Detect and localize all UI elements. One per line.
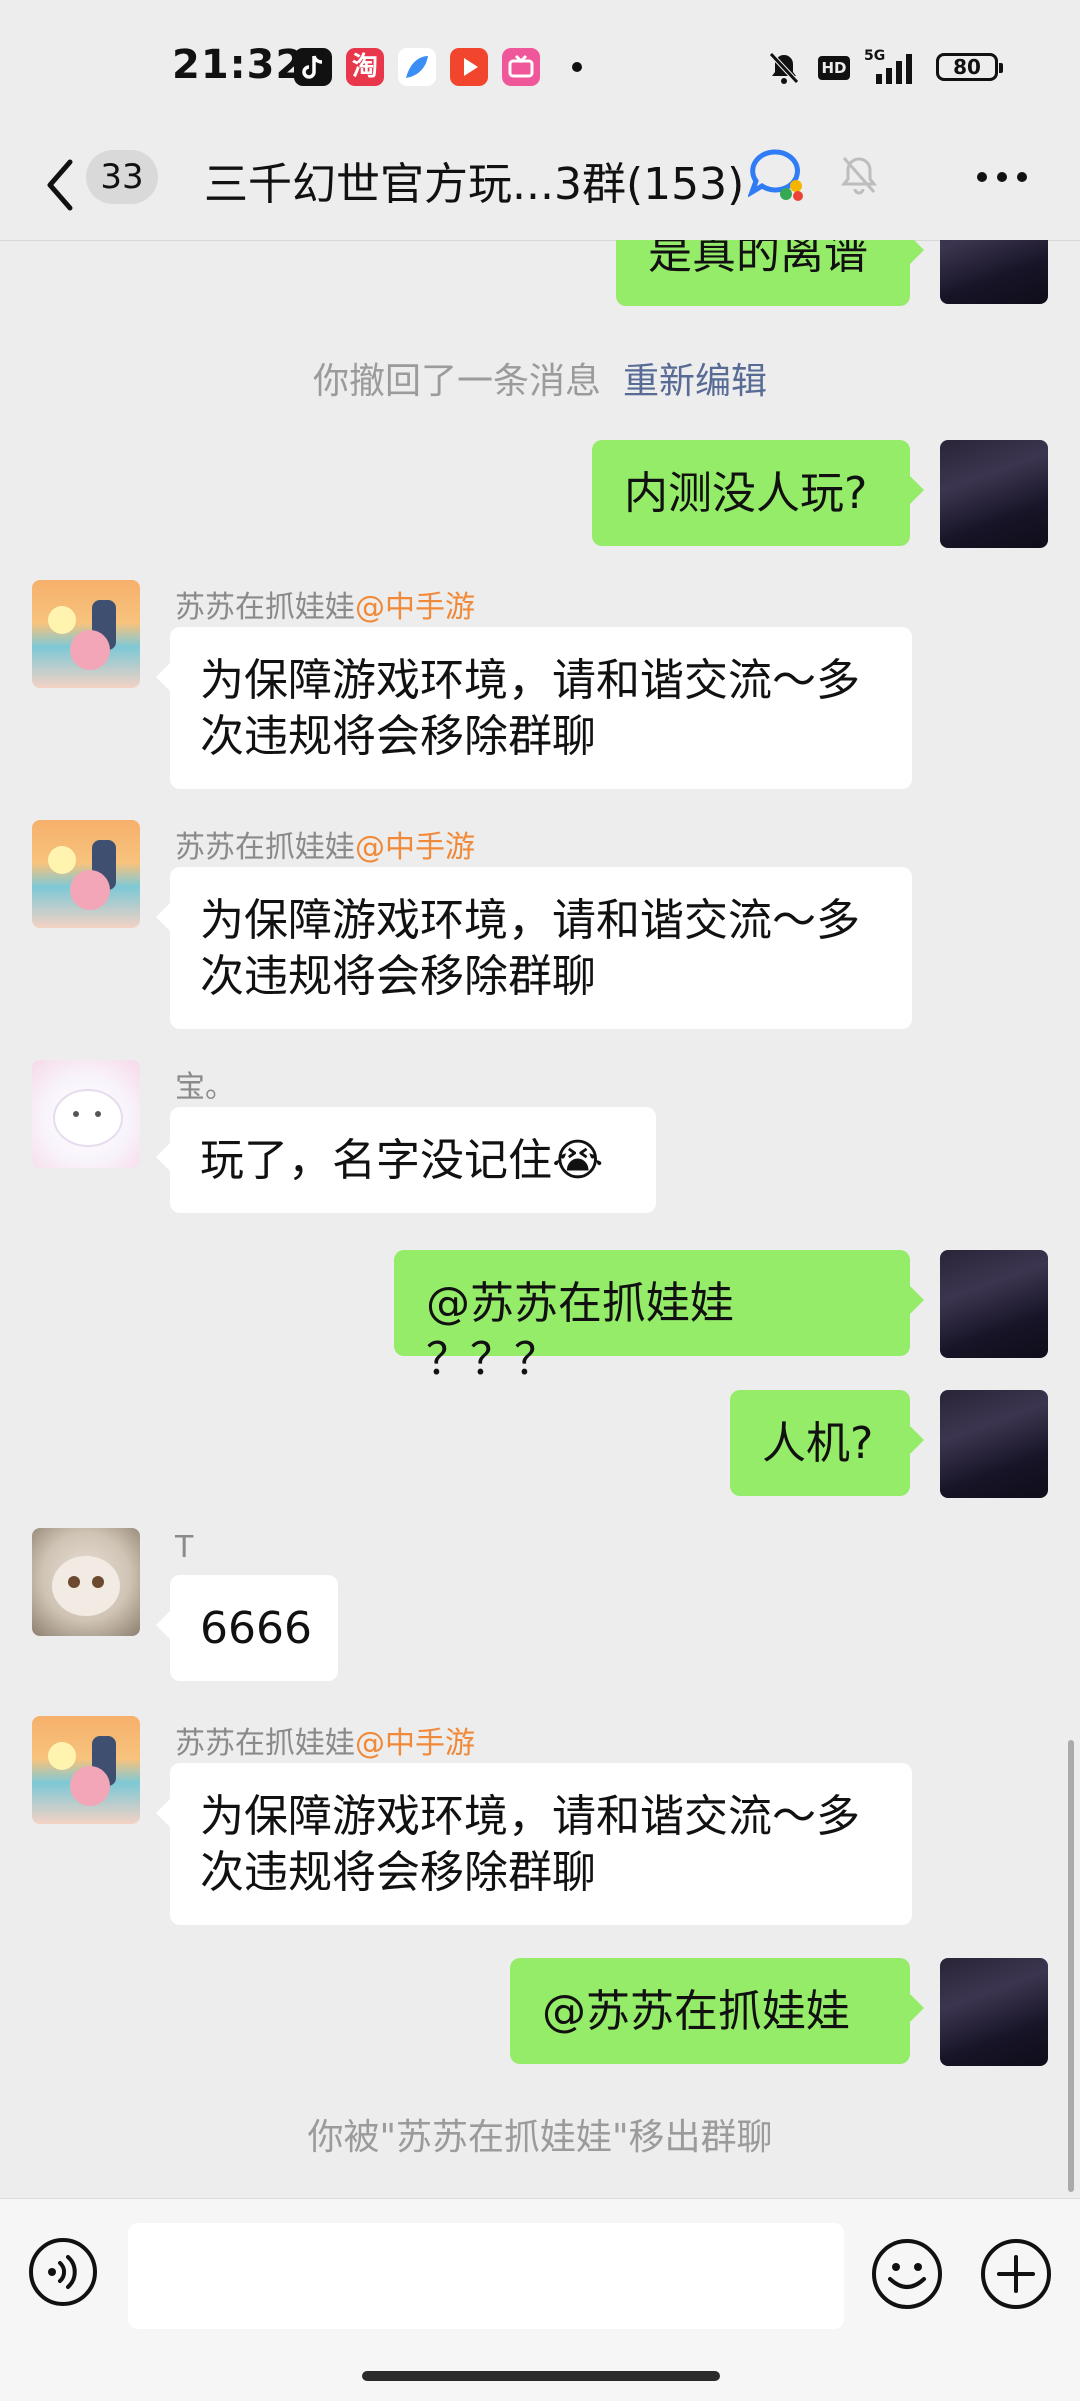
mute-bell-icon (840, 157, 878, 195)
message-bubble-other[interactable]: 6666 (156, 1575, 338, 1681)
self-avatar[interactable] (940, 1250, 1048, 1358)
message-bubble-other[interactable]: 为保障游戏环境，请和谐交流～多次违规将会移除群聊 (156, 1763, 912, 1925)
self-avatar[interactable] (940, 1958, 1048, 2066)
taobao-app-icon: 淘 (346, 48, 384, 86)
message-bubble-self[interactable]: 内测没人玩? (592, 440, 924, 546)
message-bubble-self[interactable]: 人机? (730, 1390, 924, 1496)
more-icon[interactable] (975, 170, 1029, 184)
re-edit-link[interactable]: 重新编辑 (623, 361, 767, 402)
message-bubble-self[interactable]: 是真的离谱 (616, 240, 924, 306)
sender-nickname: 苏苏在抓娃娃 (175, 830, 355, 865)
input-bar (0, 2198, 1080, 2401)
message-bubble-other[interactable]: 玩了，名字没记住😭 (156, 1107, 656, 1213)
sender-tag: @中手游 (355, 1726, 475, 1761)
mute-status-icon (769, 52, 799, 84)
sender-name: 宝。 (175, 1070, 235, 1105)
unread-count-badge[interactable]: 33 (86, 150, 158, 204)
feather-app-icon (398, 48, 436, 86)
message-list[interactable]: 是真的离谱 你撤回了一条消息 重新编辑 内测没人玩? 苏苏在抓娃娃@中手游 为保障… (0, 240, 1080, 2198)
status-bar: 21:32 淘 HD 5G 80 (0, 0, 1080, 130)
video-app-icon (450, 48, 488, 86)
voice-icon[interactable] (28, 2237, 98, 2307)
sender-tag: @中手游 (355, 590, 475, 625)
message-input[interactable] (128, 2223, 844, 2329)
sender-name: 苏苏在抓娃娃@中手游 (175, 822, 475, 866)
battery-indicator: 80 (936, 53, 1003, 81)
self-avatar[interactable] (940, 240, 1048, 304)
emoji-icon[interactable] (870, 2237, 944, 2311)
tv-app-icon (502, 48, 540, 86)
member-avatar[interactable] (32, 580, 140, 688)
hd-icon: HD (818, 56, 850, 80)
recall-notice-text: 你撤回了一条消息 (312, 361, 601, 402)
sender-name: 苏苏在抓娃娃@中手游 (175, 582, 475, 626)
scrollbar[interactable] (1068, 1740, 1074, 2192)
group-chat-icon (748, 149, 803, 201)
message-bubble-other[interactable]: 为保障游戏环境，请和谐交流～多次违规将会移除群聊 (156, 627, 912, 789)
sender-name: T (175, 1530, 194, 1565)
status-time: 21:32 (172, 42, 305, 88)
message-bubble-other[interactable]: 为保障游戏环境，请和谐交流～多次违规将会移除群聊 (156, 867, 912, 1029)
member-avatar[interactable] (32, 1528, 140, 1636)
sender-nickname: 苏苏在抓娃娃 (175, 1726, 355, 1761)
sender-tag: @中手游 (355, 830, 475, 865)
sender-nickname: 苏苏在抓娃娃 (175, 590, 355, 625)
self-avatar[interactable] (940, 440, 1048, 548)
self-avatar[interactable] (940, 1390, 1048, 1498)
home-indicator[interactable] (362, 2371, 720, 2381)
system-notice: 你撤回了一条消息 重新编辑 (0, 352, 1080, 404)
chevron-left-icon[interactable] (36, 150, 86, 220)
message-bubble-self[interactable]: @苏苏在抓娃娃 (510, 1958, 924, 2064)
member-avatar[interactable] (32, 820, 140, 928)
signal-icon (876, 54, 912, 84)
more-notifications-dot (572, 62, 582, 72)
plus-icon[interactable] (979, 2237, 1053, 2311)
message-bubble-self[interactable]: @苏苏在抓娃娃 ？？？ (394, 1250, 924, 1385)
sender-name: 苏苏在抓娃娃@中手游 (175, 1718, 475, 1762)
tiktok-app-icon (294, 48, 332, 86)
removed-notice: 你被"苏苏在抓娃娃"移出群聊 (307, 2117, 773, 2158)
chat-title[interactable]: 三千幻世官方玩...3群(153) (204, 148, 744, 212)
member-avatar[interactable] (32, 1060, 140, 1168)
member-avatar[interactable] (32, 1716, 140, 1824)
